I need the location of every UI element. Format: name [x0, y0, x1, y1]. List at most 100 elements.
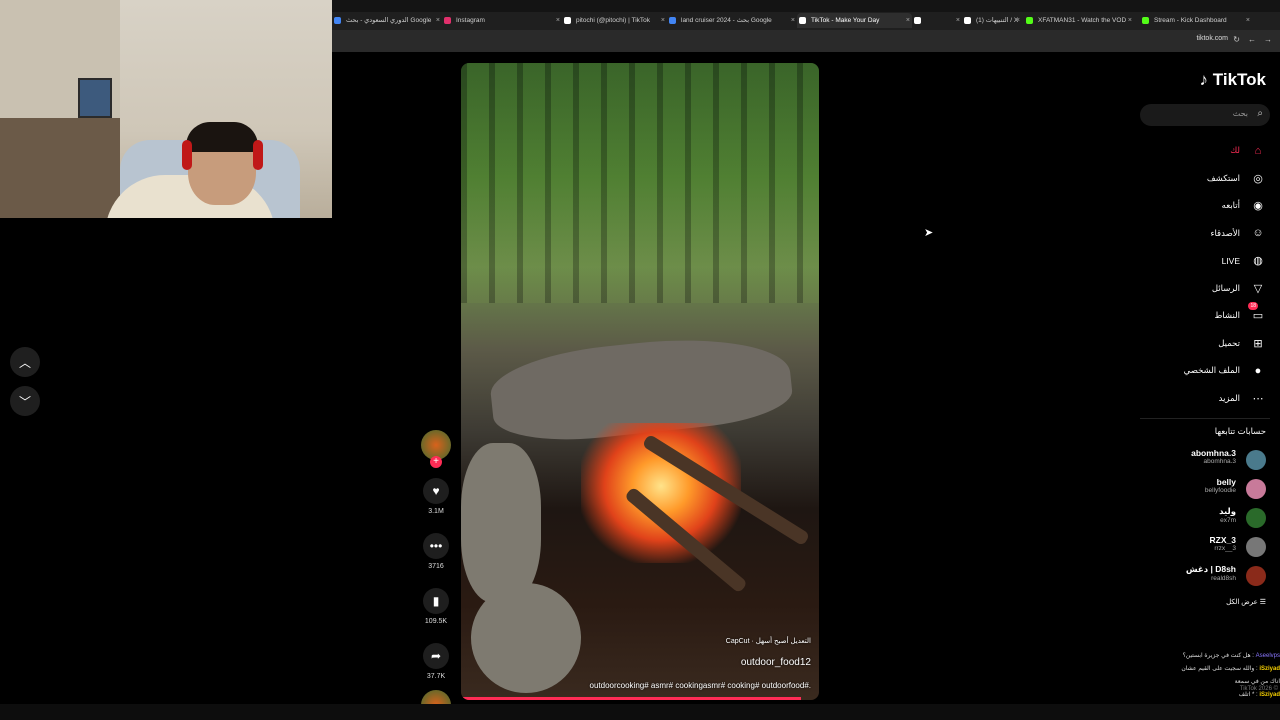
- followed-account[interactable]: وليد ex7m: [1046, 506, 1266, 532]
- browser-tab[interactable]: Stream - Kick Dashboard ×: [1140, 13, 1252, 28]
- tab-label: Stream - Kick Dashboard: [1154, 17, 1227, 24]
- tab-favicon-icon: [914, 17, 921, 24]
- browser-tab[interactable]: land cruiser 2024 - بحث Google ×: [667, 13, 797, 28]
- sidebar-item[interactable]: لك ⌂: [1066, 137, 1266, 165]
- search-input[interactable]: بحث ⌕: [1140, 104, 1270, 126]
- reload-icon[interactable]: ↻: [1233, 35, 1240, 44]
- tab-close-icon[interactable]: ×: [556, 13, 560, 28]
- sidebar-item[interactable]: تحميل ⊞: [1066, 330, 1266, 358]
- browser-tab[interactable]: الدوري السعودي - بحث Google ×: [332, 13, 442, 28]
- followed-account[interactable]: belly bellyfoodie: [1046, 477, 1266, 503]
- copyright: TikTok 2026 ©: [1239, 686, 1278, 692]
- browser-tab[interactable]: ×: [912, 13, 962, 28]
- tab-close-icon[interactable]: ×: [956, 13, 960, 28]
- sidebar-item[interactable]: الملف الشخصي ●: [1066, 357, 1266, 385]
- see-all-link[interactable]: عرض الكل ☰: [1226, 598, 1266, 606]
- tab-close-icon[interactable]: ×: [1128, 13, 1132, 28]
- address-bar[interactable]: tiktok.com ↻ ← →: [332, 30, 1280, 52]
- tab-close-icon[interactable]: ×: [436, 13, 440, 28]
- like-action[interactable]: ♥ 3.1M: [418, 478, 454, 515]
- tiktok-logo[interactable]: ♪ TikTok: [1200, 70, 1266, 90]
- video-author[interactable]: outdoor_food12: [741, 657, 811, 668]
- share-icon[interactable]: ➦: [423, 643, 449, 669]
- video-hashtags[interactable]: outdoorcooking# asmr# cookingasmr# cooki…: [590, 681, 811, 690]
- capcut-label[interactable]: CapCut · التعديل أصبح أسهل: [726, 637, 811, 645]
- creator-avatar[interactable]: +: [421, 430, 451, 468]
- browser-tab-strip: الدوري السعودي - بحث Google × Instagram × pi…: [332, 0, 1280, 30]
- friends-icon: ☺: [1252, 227, 1264, 240]
- account-name: abomhna.3: [1191, 448, 1236, 458]
- browser-tab[interactable]: Instagram ×: [442, 13, 562, 28]
- account-handle: reald8sh: [1211, 575, 1236, 582]
- followed-account[interactable]: دغش | D8sh reald8sh: [1046, 564, 1266, 590]
- sidebar-item[interactable]: الرسائل ▽: [1066, 275, 1266, 303]
- webcam-shelf: [0, 118, 120, 218]
- video-player[interactable]: CapCut · التعديل أصبح أسهل outdoor_food1…: [461, 63, 819, 700]
- chat-username: iSziyad: [1259, 666, 1280, 672]
- sidebar-item[interactable]: الأصدقاء ☺: [1066, 220, 1266, 248]
- browser-tab[interactable]: (1) التنبيهات / X ×: [962, 13, 1022, 28]
- comment-icon[interactable]: •••: [423, 533, 449, 559]
- webcam-person-hair: [186, 122, 258, 152]
- video-actions: + ♥ 3.1M ••• 3716 ▮ 109.5K ➦ 37.7K: [418, 430, 454, 720]
- back-icon[interactable]: ←: [1248, 35, 1256, 44]
- tab-close-icon[interactable]: ×: [1016, 13, 1020, 28]
- tab-label: XFATMAN31 - Watch the VOD: [1038, 17, 1127, 24]
- tab-favicon-icon: [669, 17, 676, 24]
- search-placeholder: بحث: [1232, 109, 1248, 118]
- upload-icon: ⊞: [1253, 337, 1263, 350]
- sidebar-item[interactable]: المزيد ⋯: [1066, 385, 1266, 413]
- tab-close-icon[interactable]: ×: [906, 13, 910, 28]
- followed-account[interactable]: RZX_3 rrzx__3: [1046, 535, 1266, 561]
- compass-icon: ◎: [1253, 172, 1263, 185]
- share-count: 37.7K: [426, 673, 446, 680]
- tab-close-icon[interactable]: ×: [1246, 13, 1250, 28]
- sidebar-item-label: النشاط: [1214, 310, 1240, 321]
- like-count: 3.1M: [428, 508, 444, 515]
- profile-icon: ●: [1254, 364, 1262, 377]
- video-stone: [461, 443, 541, 603]
- tab-close-icon[interactable]: ×: [661, 13, 665, 28]
- inbox-icon: ▭ 18: [1248, 301, 1264, 323]
- sidebar-item[interactable]: استكشف ◎: [1066, 165, 1266, 193]
- browser-tab[interactable]: pitochi (@pitochi) | TikTok ×: [562, 13, 667, 28]
- comment-count: 3716: [428, 563, 444, 570]
- save-action[interactable]: ▮ 109.5K: [418, 588, 454, 625]
- video-forest: [461, 63, 819, 303]
- tab-favicon-icon: [564, 17, 571, 24]
- search-icon[interactable]: ⌕: [1257, 108, 1263, 119]
- comment-action[interactable]: ••• 3716: [418, 533, 454, 570]
- sidebar-item[interactable]: LIVE ◍: [1066, 247, 1266, 275]
- account-handle: rrzx__3: [1214, 545, 1236, 552]
- bookmark-icon[interactable]: ▮: [423, 588, 449, 614]
- tab-label: TikTok - Make Your Day: [811, 17, 880, 24]
- following-icon: ◉: [1253, 200, 1263, 213]
- followed-account[interactable]: abomhna.3 abomhna.3: [1046, 448, 1266, 474]
- account-avatar: [1246, 566, 1266, 586]
- sidebar-item-label: أتابعه: [1221, 200, 1240, 211]
- account-avatar: [1246, 450, 1266, 470]
- notification-badge: 18: [1248, 301, 1258, 310]
- share-action[interactable]: ➦ 37.7K: [418, 643, 454, 680]
- mouse-cursor-icon: ➤: [924, 227, 934, 239]
- sidebar-item-label: الرسائل: [1211, 282, 1240, 293]
- webcam-overlay: [0, 0, 332, 218]
- previous-video-button[interactable]: ︿: [10, 347, 40, 377]
- chat-message: والله سجيت على القيم عشان : iSziyad: [1181, 666, 1280, 672]
- sidebar-item[interactable]: النشاط ▭ 18: [1066, 301, 1266, 330]
- os-taskbar: [0, 704, 1280, 720]
- account-handle: bellyfoodie: [1204, 487, 1236, 494]
- url-text[interactable]: tiktok.com: [1196, 35, 1228, 42]
- sidebar-item[interactable]: أتابعه ◉: [1066, 192, 1266, 220]
- chat-username: iSziyad: [1259, 692, 1280, 698]
- account-name: belly: [1216, 477, 1236, 487]
- browser-tab[interactable]: TikTok - Make Your Day ×: [797, 13, 912, 28]
- video-progress-bar[interactable]: [461, 697, 802, 700]
- browser-tab[interactable]: XFATMAN31 - Watch the VOD ×: [1024, 13, 1134, 28]
- next-video-button[interactable]: ﹀: [10, 386, 40, 416]
- tab-close-icon[interactable]: ×: [791, 13, 795, 28]
- forward-icon[interactable]: →: [1264, 35, 1272, 44]
- follow-plus-icon[interactable]: +: [430, 456, 442, 468]
- account-name: دغش | D8sh: [1185, 564, 1236, 574]
- heart-icon[interactable]: ♥: [423, 478, 449, 504]
